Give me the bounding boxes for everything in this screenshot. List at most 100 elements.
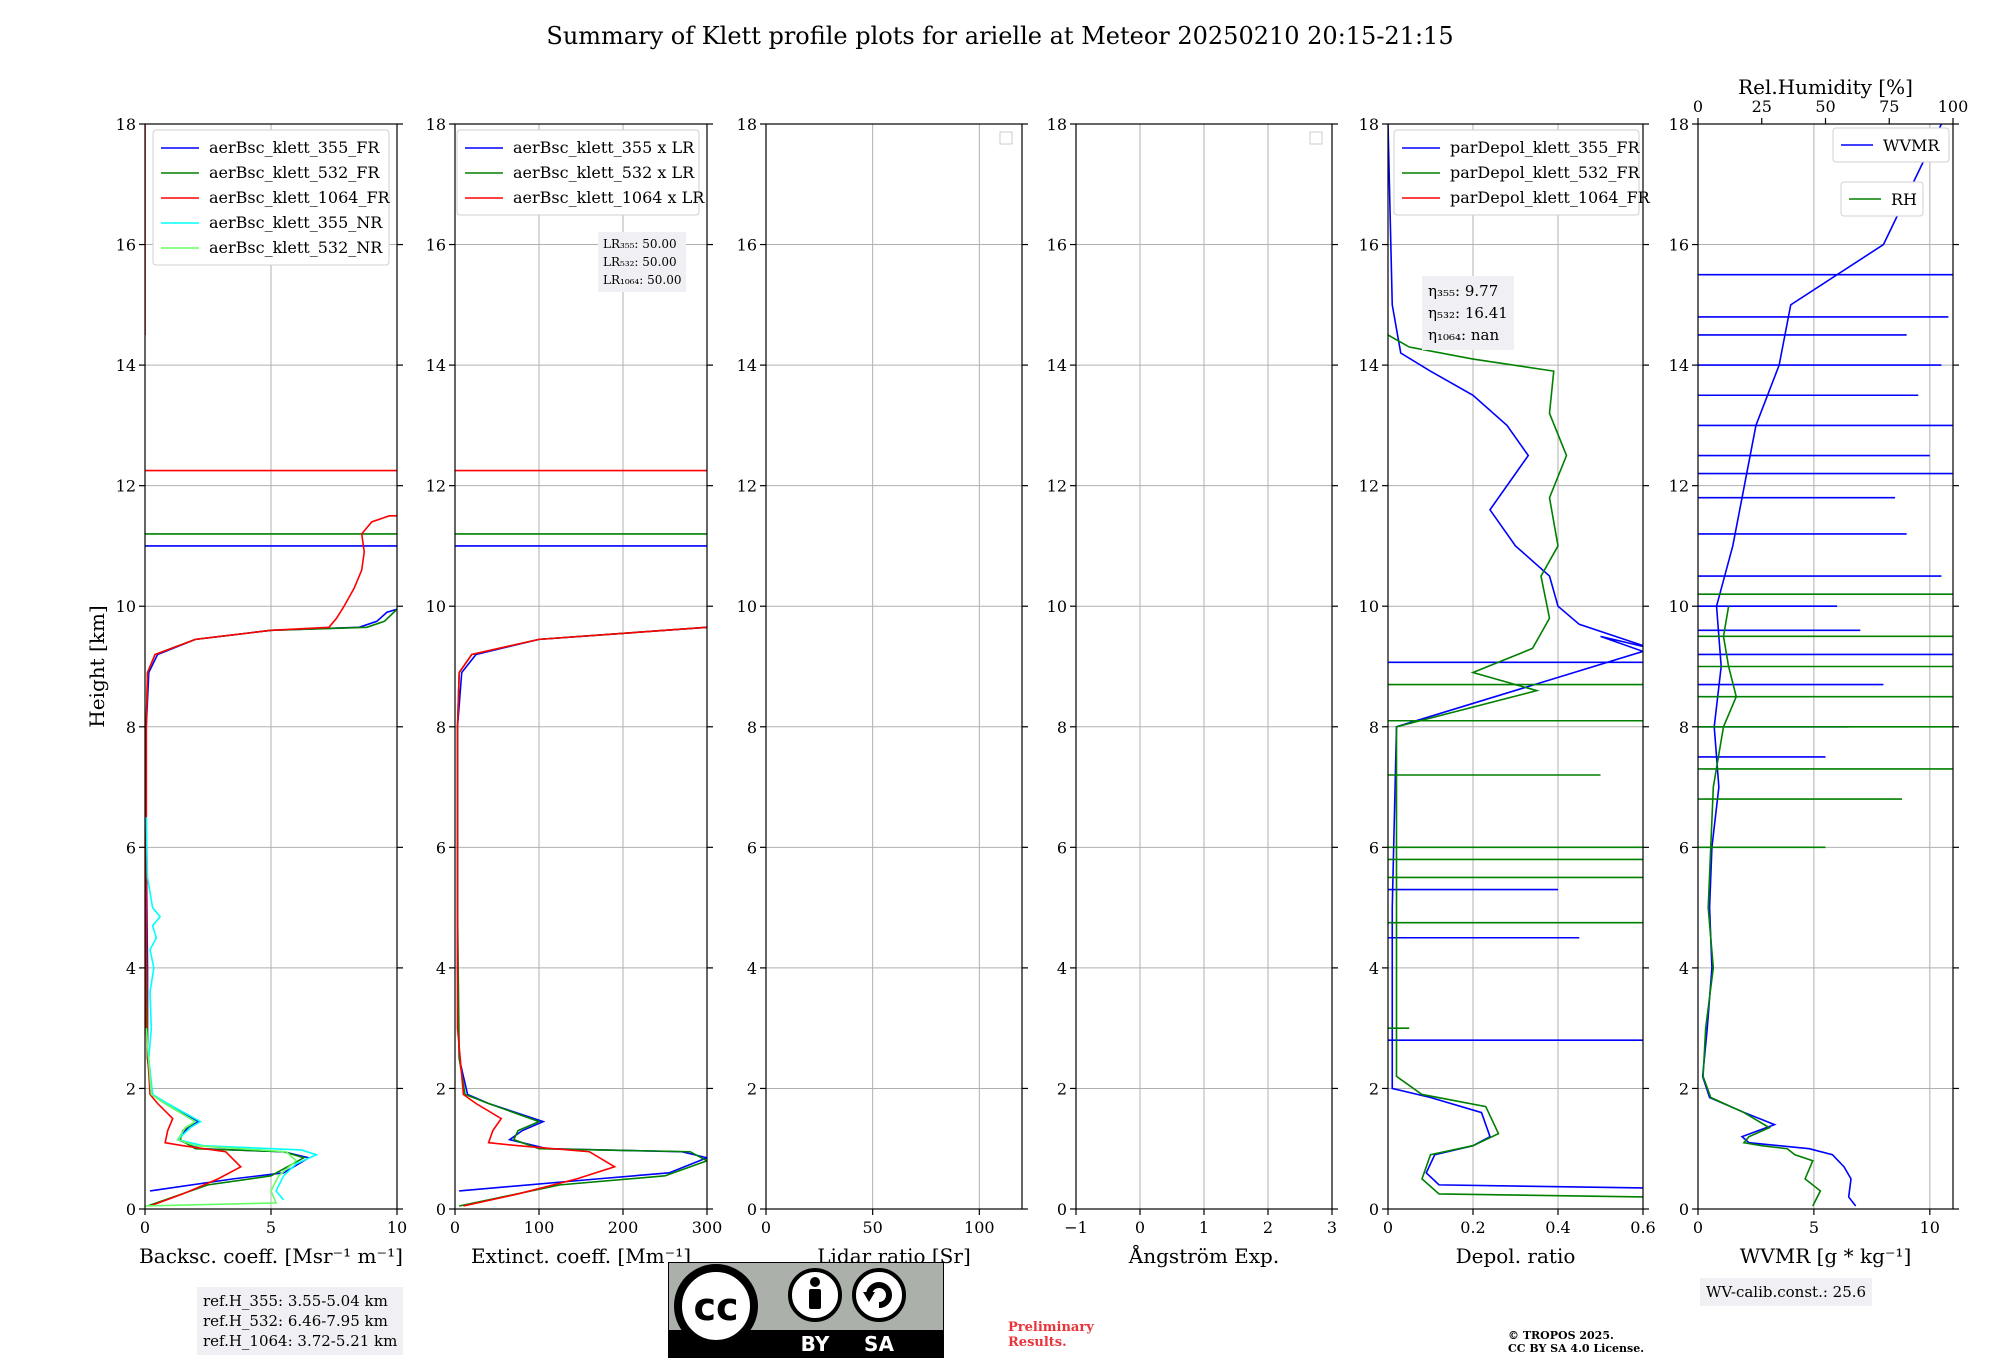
x-axis-label-wvmr: WVMR [g * kg⁻¹] (1740, 1244, 1912, 1268)
ytick-label-backscatter: 16 (116, 236, 136, 255)
lidar-ratio-info-box: LR₃₅₅: 50.00 LR₅₃₂: 50.00 LR₁₀₆₄: 50.00 (598, 232, 687, 292)
xtick-label-depol: 0 (1383, 1218, 1393, 1237)
xtick-label-depol: 0.4 (1545, 1218, 1570, 1237)
ytick-label-wvmr: 0 (1679, 1200, 1689, 1219)
ytick-label-extinction: 18 (426, 115, 446, 134)
legend-label-depol-2: parDepol_klett_1064_FR (1450, 188, 1651, 207)
ytick-label-depol: 8 (1369, 718, 1379, 737)
ytick-label-lidar-ratio: 6 (747, 838, 757, 857)
eta-532: η₅₃₂: 16.41 (1428, 304, 1508, 322)
legend-label-backscatter-0: aerBsc_klett_355_FR (209, 138, 380, 157)
lr-532: LR₅₃₂: 50.00 (603, 255, 677, 269)
ytick-label-depol: 4 (1369, 959, 1379, 978)
legend-label-extinction-1: aerBsc_klett_532 x LR (513, 163, 695, 182)
ytick-label-angstrom: 2 (1057, 1079, 1067, 1098)
ytick-label-angstrom: 12 (1047, 477, 1067, 496)
ytick-label-depol: 0 (1369, 1200, 1379, 1219)
ytick-label-angstrom: 18 (1047, 115, 1067, 134)
ytick-label-backscatter: 4 (126, 959, 136, 978)
copyright-line-2: CC BY SA 4.0 License. (1508, 1342, 1645, 1355)
x-axis-label-depol: Depol. ratio (1456, 1244, 1576, 1268)
ytick-label-depol: 14 (1359, 356, 1379, 375)
ytick-label-backscatter: 6 (126, 838, 136, 857)
series-backscatter-3 (145, 817, 319, 1201)
top-axis-label-wvmr: Rel.Humidity [%] (1738, 75, 1913, 99)
ytick-label-wvmr: 14 (1669, 356, 1689, 375)
ytick-label-lidar-ratio: 18 (737, 115, 757, 134)
ytick-label-extinction: 0 (436, 1200, 446, 1219)
series-line-depol-1 (1388, 334, 1643, 1198)
x-axis-label-extinction: Extinct. coeff. [Mm⁻¹] (471, 1244, 691, 1268)
xtick-label-extinction: 200 (608, 1218, 639, 1237)
xtick-label-extinction: 100 (524, 1218, 555, 1237)
sa-share-icon (852, 1268, 906, 1322)
copyright-line-1: © TROPOS 2025. (1508, 1329, 1614, 1342)
ytick-label-backscatter: 2 (126, 1079, 136, 1098)
eta-1064: η₁₀₆₄: nan (1428, 326, 1500, 344)
series-extinction-0 (455, 545, 707, 1192)
legend-label-wvmr-0: WVMR (1883, 136, 1940, 155)
cc-logo-text: cc (693, 1285, 738, 1329)
series-line-backscatter-4 (145, 1028, 298, 1207)
figure: Summary of Klett profile plots for ariel… (0, 0, 2000, 1360)
ytick-label-wvmr: 16 (1669, 236, 1689, 255)
refh-355: ref.H_355: 3.55-5.04 km (203, 1292, 388, 1310)
ytick-label-backscatter: 12 (116, 477, 136, 496)
ytick-label-depol: 2 (1369, 1079, 1379, 1098)
ytick-label-depol: 16 (1359, 236, 1379, 255)
ytick-label-lidar-ratio: 10 (737, 597, 757, 616)
ytick-label-wvmr: 8 (1679, 718, 1689, 737)
ytick-label-backscatter: 8 (126, 718, 136, 737)
xtick-label-angstrom: 1 (1199, 1218, 1209, 1237)
ytick-label-wvmr: 12 (1669, 477, 1689, 496)
x-axis-label-backscatter: Backsc. coeff. [Msr⁻¹ m⁻¹] (139, 1244, 403, 1268)
empty-legend-angstrom (1309, 131, 1323, 145)
ytick-label-wvmr: 18 (1669, 115, 1689, 134)
ytick-label-lidar-ratio: 4 (747, 959, 757, 978)
ytick-label-backscatter: 18 (116, 115, 136, 134)
ytick-label-extinction: 16 (426, 236, 446, 255)
refh-info-box: ref.H_355: 3.55-5.04 km ref.H_532: 6.46-… (197, 1287, 404, 1355)
ytick-label-angstrom: 6 (1057, 838, 1067, 857)
series-line-backscatter-2 (145, 515, 397, 1207)
top-xtick-label-wvmr: 0 (1693, 97, 1703, 116)
preliminary-note: Preliminary Results. (1008, 1320, 1094, 1350)
cc-by-label: BY (801, 1332, 830, 1356)
series-extinction-2 (455, 469, 707, 1207)
ytick-label-depol: 12 (1359, 477, 1379, 496)
top-xtick-label-wvmr: 25 (1752, 97, 1772, 116)
xtick-label-extinction: 0 (450, 1218, 460, 1237)
series-extinction-1 (455, 533, 707, 1207)
axes-frame-lidar-ratio (765, 123, 1023, 1210)
ytick-label-angstrom: 0 (1057, 1200, 1067, 1219)
legend-label-backscatter-1: aerBsc_klett_532_FR (209, 163, 380, 182)
legend-label-extinction-0: aerBsc_klett_355 x LR (513, 138, 695, 157)
ytick-label-backscatter: 0 (126, 1200, 136, 1219)
xtick-label-depol: 0.6 (1630, 1218, 1655, 1237)
series-line-wvmr-0 (1701, 124, 1943, 1207)
legend-label-depol-0: parDepol_klett_355_FR (1450, 138, 1641, 157)
ytick-label-lidar-ratio: 2 (747, 1079, 757, 1098)
wv-calib-info-box: WV-calib.const.: 25.6 (1700, 1278, 1873, 1306)
top-xtick-label-wvmr: 100 (1938, 97, 1969, 116)
legend-label-wvmr-1: RH (1891, 190, 1917, 209)
refh-1064: ref.H_1064: 3.72-5.21 km (203, 1332, 398, 1350)
ytick-label-lidar-ratio: 12 (737, 477, 757, 496)
series-line-backscatter-1 (145, 608, 397, 1207)
xtick-label-backscatter: 10 (387, 1218, 407, 1237)
ytick-label-extinction: 4 (436, 959, 446, 978)
xtick-label-wvmr: 0 (1693, 1218, 1703, 1237)
cc-license-badge: cc BY SA (668, 1262, 944, 1358)
ytick-label-lidar-ratio: 8 (747, 718, 757, 737)
legend-label-backscatter-2: aerBsc_klett_1064_FR (209, 188, 391, 207)
series-line-extinction-2 (456, 626, 707, 1207)
lr-1064: LR₁₀₆₄: 50.00 (603, 273, 682, 287)
series-wvmr-1 (1698, 593, 1953, 1207)
eta-355: η₃₅₅: 9.77 (1428, 282, 1499, 300)
xtick-label-wvmr: 5 (1809, 1218, 1819, 1237)
xtick-label-depol: 0.2 (1460, 1218, 1485, 1237)
wv-calib-const: WV-calib.const.: 25.6 (1706, 1283, 1867, 1301)
xtick-label-backscatter: 0 (140, 1218, 150, 1237)
ytick-label-extinction: 10 (426, 597, 446, 616)
top-xtick-label-wvmr: 75 (1879, 97, 1899, 116)
